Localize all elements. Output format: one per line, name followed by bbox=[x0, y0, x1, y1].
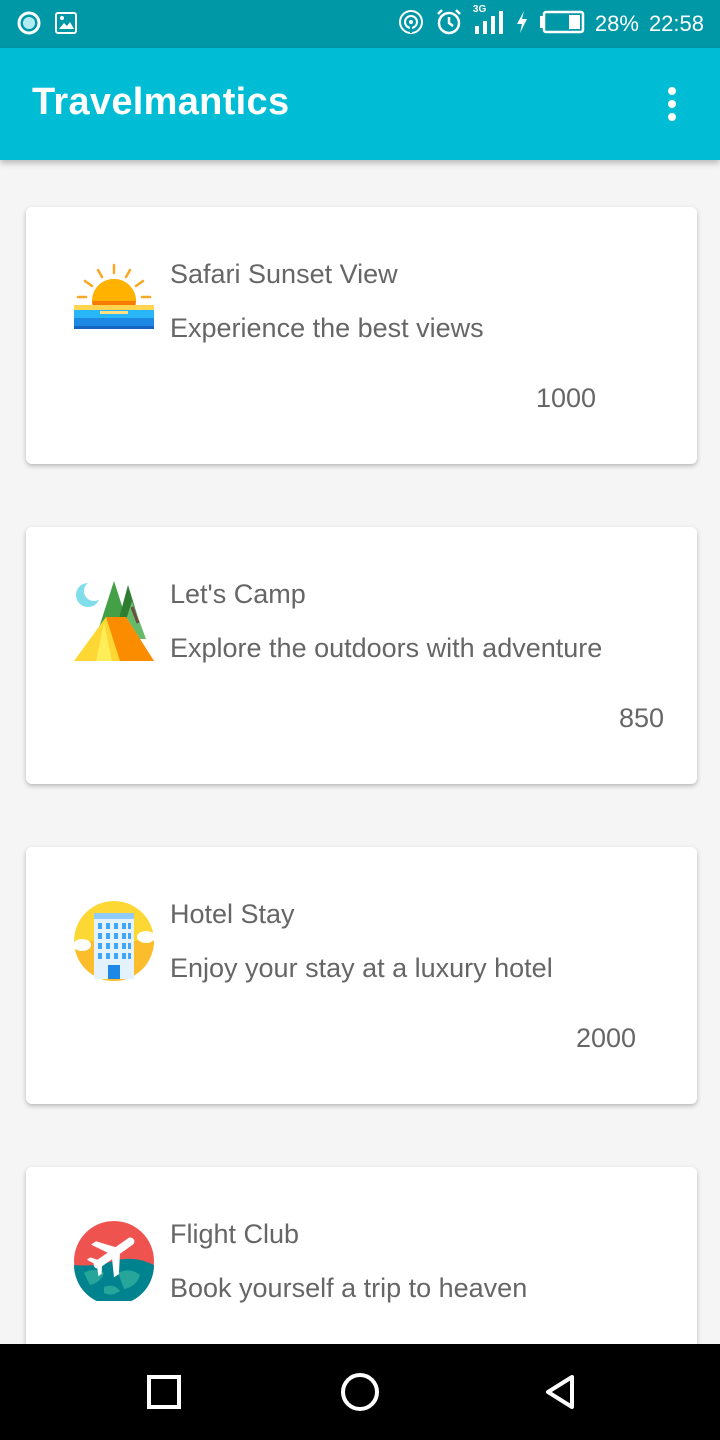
deal-title: Safari Sunset View bbox=[170, 259, 398, 289]
list-item[interactable]: Hotel Stay Enjoy your stay at a luxury h… bbox=[26, 847, 697, 1104]
record-icon bbox=[16, 10, 42, 41]
deal-title: Hotel Stay bbox=[170, 899, 295, 929]
back-icon[interactable] bbox=[536, 1368, 584, 1416]
battery-percent: 28% bbox=[594, 11, 639, 36]
deal-title: Flight Club bbox=[170, 1219, 300, 1249]
deal-price: 850 bbox=[619, 703, 665, 733]
deal-description: Experience the best views bbox=[170, 313, 484, 343]
app-bar: Travelmantics bbox=[0, 48, 720, 160]
deal-description: Enjoy your stay at a luxury hotel bbox=[170, 953, 553, 983]
network-type: 3G bbox=[472, 3, 487, 15]
list-item[interactable]: Let's Camp Explore the outdoors with adv… bbox=[26, 527, 697, 784]
deal-price: 2000 bbox=[576, 1023, 637, 1053]
signal-icon: 3G bbox=[473, 4, 505, 41]
clock: 22:58 bbox=[648, 11, 704, 36]
recent-apps-icon[interactable] bbox=[140, 1368, 188, 1416]
hotspot-icon bbox=[397, 8, 425, 41]
list-item[interactable]: Safari Sunset View Experience the best v… bbox=[26, 207, 697, 464]
hotel-icon bbox=[73, 901, 155, 981]
status-bar: 3G 28% 22:58 bbox=[0, 0, 720, 48]
deal-price: 1000 bbox=[536, 383, 597, 413]
navigation-bar bbox=[0, 1344, 720, 1440]
charging-icon bbox=[515, 10, 529, 39]
home-icon[interactable] bbox=[336, 1368, 384, 1416]
deal-description: Book yourself a trip to heaven bbox=[170, 1273, 528, 1303]
deals-list[interactable]: Safari Sunset View Experience the best v… bbox=[0, 160, 720, 1344]
deal-title: Let's Camp bbox=[170, 579, 306, 609]
battery-icon bbox=[539, 10, 585, 39]
more-vert-icon[interactable] bbox=[652, 84, 692, 124]
plane-globe-icon bbox=[74, 1221, 154, 1305]
alarm-icon bbox=[435, 8, 463, 41]
app-title: Travelmantics bbox=[32, 81, 290, 123]
deal-description: Explore the outdoors with adventure bbox=[170, 633, 603, 663]
image-icon bbox=[54, 11, 78, 40]
tent-icon bbox=[74, 581, 154, 661]
sunset-icon bbox=[74, 261, 154, 341]
list-item[interactable]: Flight Club Book yourself a trip to heav… bbox=[26, 1167, 697, 1344]
